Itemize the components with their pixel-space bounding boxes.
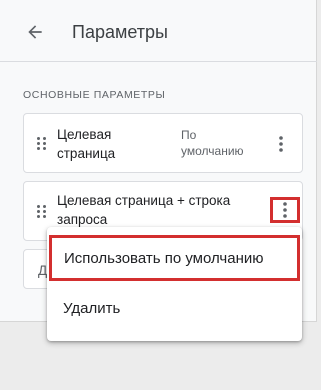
section-title: ОСНОВНЫЕ ПАРАМЕТРЫ <box>23 89 166 101</box>
menu-item-use-default[interactable]: Использовать по умолчанию <box>49 235 300 281</box>
panel-header: Параметры <box>0 0 317 62</box>
more-options-button[interactable] <box>270 197 300 223</box>
param-label: Д <box>38 263 48 278</box>
more-vert-icon <box>279 136 283 152</box>
more-vert-icon <box>283 202 287 218</box>
param-row: Целевая страница По умолчанию <box>23 113 303 173</box>
arrow-back-icon <box>28 25 42 39</box>
page-title: Параметры <box>72 22 168 42</box>
param-label: Целевая страница <box>57 127 116 161</box>
options-menu: Использовать по умолчанию Удалить <box>47 227 302 341</box>
menu-item-delete[interactable]: Удалить <box>47 286 302 330</box>
back-button[interactable] <box>24 21 46 43</box>
more-options-button[interactable] <box>273 134 289 154</box>
drag-handle-icon[interactable] <box>37 205 47 219</box>
drag-handle-icon[interactable] <box>37 137 47 151</box>
param-label: Целевая страница + строка запроса <box>57 193 231 227</box>
param-value: По умолчанию <box>181 128 244 158</box>
